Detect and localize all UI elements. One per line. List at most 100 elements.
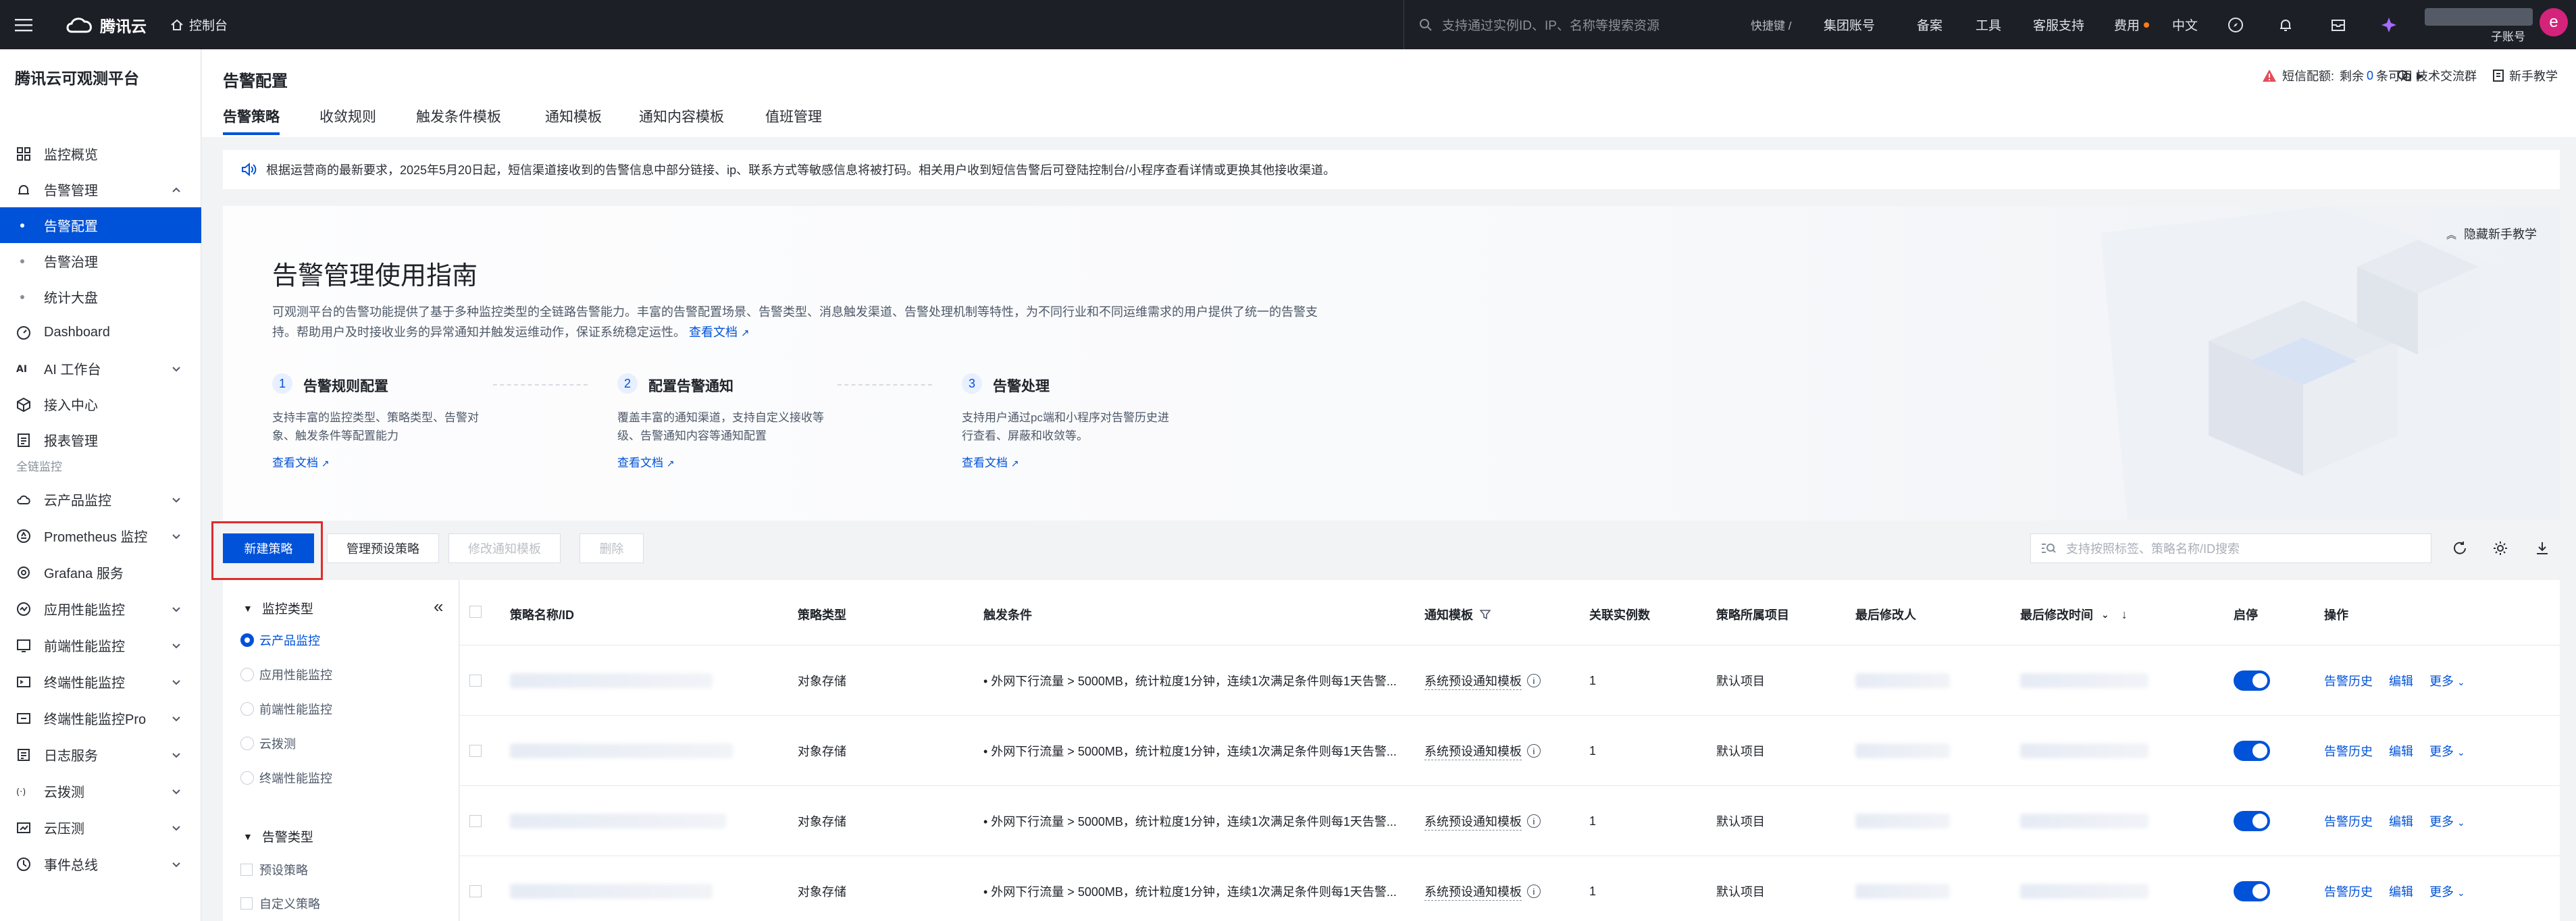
policy-name-redacted[interactable] [510, 646, 713, 716]
alarm-history-link[interactable]: 告警历史 [2324, 883, 2373, 900]
alarm-history-link[interactable]: 告警历史 [2324, 672, 2373, 689]
more-dropdown[interactable]: 更多 ⌄ [2429, 883, 2465, 900]
alarm-history-link[interactable]: 告警历史 [2324, 742, 2373, 760]
sidebar-item-grafana[interactable]: Grafana 服务 [0, 554, 201, 590]
delete-button[interactable]: 删除 [579, 533, 644, 563]
sidebar-item-terminal-monitor[interactable]: 终端性能监控 [0, 664, 201, 700]
sidebar-item-cloud-probe[interactable]: (·) 云拨测 [0, 773, 201, 809]
edit-link[interactable]: 编辑 [2389, 672, 2413, 689]
step-doc-link[interactable]: 查看文档 ↗ [962, 453, 1019, 470]
row-checkbox[interactable] [469, 716, 488, 786]
monitor-option-cloud[interactable]: 云产品监控 [240, 631, 320, 649]
edit-link[interactable]: 编辑 [2389, 883, 2413, 900]
monitor-option-probe[interactable]: 云拨测 [240, 735, 296, 752]
edit-link[interactable]: 编辑 [2389, 742, 2413, 760]
console-link[interactable]: 控制台 [170, 0, 228, 49]
sidebar-item-prometheus[interactable]: Prometheus 监控 [0, 518, 201, 554]
notification-template[interactable]: 系统预设通知模板 i [1424, 786, 1541, 856]
filter-alarm-type-header[interactable]: ▼ 告警类型 [243, 827, 313, 845]
tab-on-duty[interactable]: 值班管理 [765, 106, 822, 126]
sidebar-item-log-service[interactable]: 日志服务 [0, 737, 201, 772]
sidebar-item-reports[interactable]: 报表管理 [0, 422, 201, 458]
shortcut-hint[interactable]: 快捷键 / [1751, 0, 1791, 49]
filter-monitor-type-header[interactable]: ▼ 监控类型 [243, 599, 313, 617]
sidebar-item-cloud-monitor[interactable]: 云产品监控 [0, 481, 201, 517]
box-icon [17, 397, 30, 412]
user-account[interactable]: 子账号 e [2425, 5, 2573, 45]
sidebar-item-ai-workbench[interactable]: AI AI 工作台 [0, 350, 201, 386]
more-dropdown[interactable]: 更多 ⌄ [2429, 672, 2465, 689]
notification-template[interactable]: 系统预设通知模板 i [1424, 856, 1541, 921]
avatar[interactable]: e [2540, 8, 2568, 36]
sidebar-item-frontend-monitor[interactable]: 前端性能监控 [0, 627, 201, 663]
sidebar-item-dashboard[interactable]: Dashboard [0, 315, 201, 350]
hide-tutorial-button[interactable]: ︽ 隐藏新手教学 [2446, 225, 2537, 242]
hamburger-menu-icon[interactable] [15, 0, 35, 49]
tech-group-link[interactable]: 技术交流群 [2397, 67, 2477, 84]
nav-language[interactable]: 中文 [2172, 0, 2198, 49]
enable-toggle[interactable] [2234, 856, 2270, 921]
notification-template[interactable]: 系统预设通知模板 i [1424, 646, 1541, 716]
tab-convergence-rules[interactable]: 收敛规则 [319, 106, 376, 126]
enable-toggle[interactable] [2234, 786, 2270, 856]
compass-icon[interactable] [2227, 0, 2244, 49]
ai-assistant-icon[interactable] [2380, 0, 2398, 49]
row-checkbox[interactable] [469, 786, 488, 856]
nav-support[interactable]: 客服支持 [2033, 0, 2084, 49]
alarm-option-preset[interactable]: 预设策略 [240, 861, 308, 878]
manage-preset-policy-button[interactable]: 管理预设策略 [327, 533, 439, 563]
tab-trigger-templates[interactable]: 触发条件模板 [416, 106, 501, 126]
new-policy-button[interactable]: 新建策略 [223, 533, 314, 563]
nav-filing[interactable]: 备案 [1917, 0, 1942, 49]
column-header-template[interactable]: 通知模板 [1424, 606, 1491, 623]
sidebar-item-alarm-config[interactable]: 告警配置 [0, 207, 201, 243]
sidebar-item-statistics[interactable]: 统计大盘 [0, 279, 201, 315]
row-checkbox[interactable] [469, 856, 488, 921]
policy-name-redacted[interactable] [510, 786, 726, 856]
step-doc-link[interactable]: 查看文档 ↗ [272, 453, 329, 470]
sidebar-item-overview[interactable]: 监控概览 [0, 136, 201, 172]
gear-icon[interactable] [2485, 533, 2515, 563]
policy-name-redacted[interactable] [510, 716, 733, 786]
sidebar-item-access-center[interactable]: 接入中心 [0, 386, 201, 422]
policy-search-input[interactable]: 支持按照标签、策略名称/ID搜索 [2030, 533, 2431, 563]
step-doc-link[interactable]: 查看文档 ↗ [617, 453, 674, 470]
row-checkbox[interactable] [469, 646, 488, 716]
more-dropdown[interactable]: 更多 ⌄ [2429, 812, 2465, 830]
nav-group-account[interactable]: 集团账号 [1824, 0, 1875, 49]
sidebar-item-apm[interactable]: 应用性能监控 [0, 591, 201, 627]
alarm-option-custom[interactable]: 自定义策略 [240, 895, 320, 912]
enable-toggle[interactable] [2234, 646, 2270, 716]
tab-notification-templates[interactable]: 通知模板 [545, 106, 602, 126]
tab-alarm-policy[interactable]: 告警策略 [223, 106, 280, 126]
sidebar-item-event-bus[interactable]: 事件总线 [0, 846, 201, 882]
select-all-checkbox[interactable] [469, 606, 488, 618]
edit-link[interactable]: 编辑 [2389, 812, 2413, 830]
tencent-cloud-logo[interactable]: 腾讯云 [65, 0, 147, 49]
inbox-icon[interactable] [2330, 0, 2346, 49]
download-icon[interactable] [2527, 533, 2557, 563]
refresh-icon[interactable] [2445, 533, 2475, 563]
column-header-modified-time[interactable]: 最后修改时间 ⌄ ↓ [2020, 606, 2128, 623]
monitor-option-apm[interactable]: 应用性能监控 [240, 666, 332, 683]
alarm-history-link[interactable]: 告警历史 [2324, 812, 2373, 830]
monitor-option-frontend[interactable]: 前端性能监控 [240, 700, 332, 718]
sidebar-item-stress-test[interactable]: 云压测 [0, 810, 201, 845]
nav-billing[interactable]: 费用 [2114, 0, 2150, 49]
sidebar-item-alarm-management[interactable]: 告警管理 [0, 172, 201, 207]
tab-notification-content[interactable]: 通知内容模板 [639, 106, 724, 126]
global-search[interactable]: 支持通过实例ID、IP、名称等搜索资源 [1403, 0, 1741, 49]
modify-notification-template-button[interactable]: 修改通知模板 [448, 533, 561, 563]
bell-icon[interactable] [2277, 0, 2294, 49]
enable-toggle[interactable] [2234, 716, 2270, 786]
nav-tools[interactable]: 工具 [1976, 0, 2001, 49]
more-dropdown[interactable]: 更多 ⌄ [2429, 742, 2465, 760]
sidebar-item-terminal-monitor-pro[interactable]: 终端性能监控Pro [0, 700, 201, 736]
notification-template[interactable]: 系统预设通知模板 i [1424, 716, 1541, 786]
monitor-option-terminal[interactable]: 终端性能监控 [240, 769, 332, 787]
sidebar-item-alarm-governance[interactable]: 告警治理 [0, 243, 201, 279]
tutorial-link[interactable]: 新手教学 [2492, 67, 2558, 84]
guide-doc-link[interactable]: 查看文档 ↗ [689, 325, 750, 339]
policy-name-redacted[interactable] [510, 856, 713, 921]
collapse-panel-icon[interactable]: « [434, 596, 443, 617]
